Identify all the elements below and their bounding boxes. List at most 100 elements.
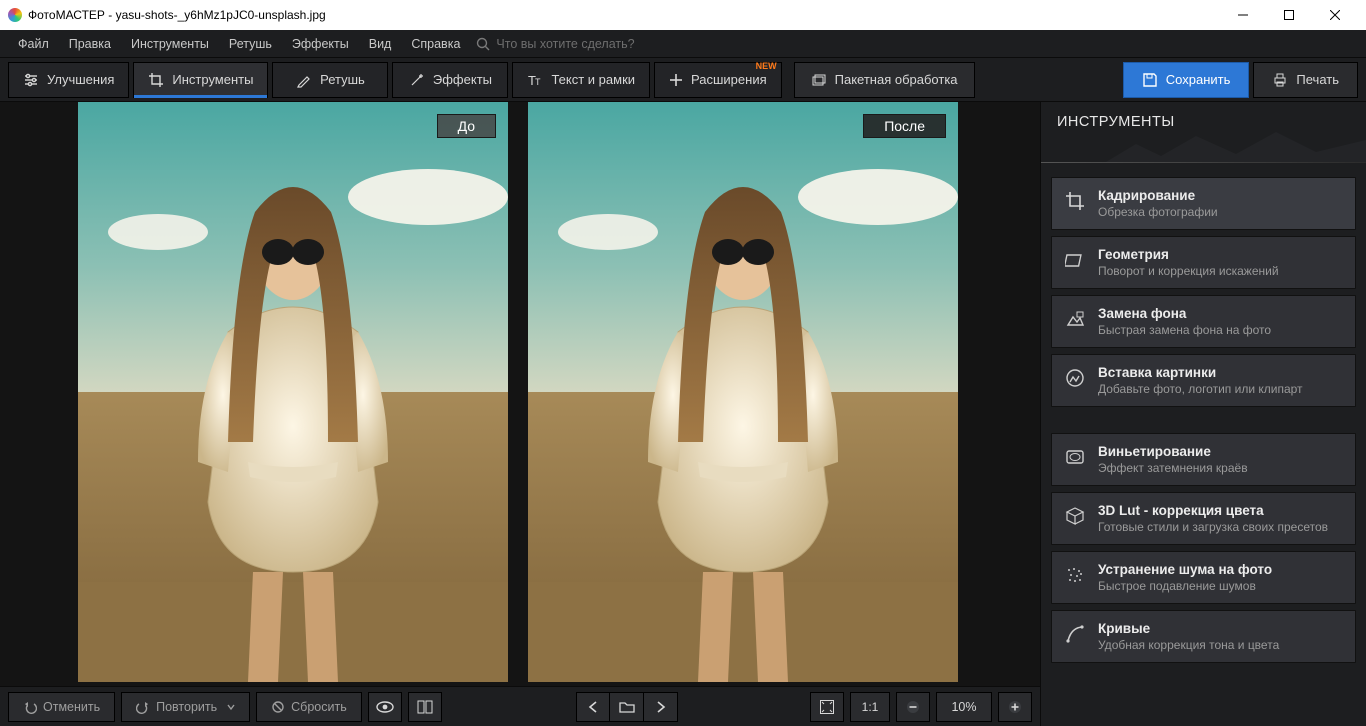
tool-insert-image[interactable]: Вставка картинки Добавьте фото, логотип и… bbox=[1051, 354, 1356, 407]
before-label: До bbox=[437, 114, 496, 138]
tab-text-label: Текст и рамки bbox=[551, 72, 635, 87]
reset-button[interactable]: Сбросить bbox=[256, 692, 362, 722]
tool-desc: Добавьте фото, логотип или клипарт bbox=[1098, 382, 1303, 396]
tool-title: Кадрирование bbox=[1098, 188, 1218, 203]
vignette-icon bbox=[1064, 446, 1086, 468]
menu-retouch[interactable]: Ретушь bbox=[219, 33, 282, 55]
zoom-out-button[interactable] bbox=[896, 692, 930, 722]
right-panel: ИНСТРУМЕНТЫ Кадрирование Обрезка фотограф… bbox=[1040, 102, 1366, 726]
tab-retouch-label: Ретушь bbox=[320, 72, 365, 87]
undo-label: Отменить bbox=[43, 700, 100, 714]
eye-button[interactable] bbox=[368, 692, 402, 722]
brush-icon bbox=[296, 72, 312, 88]
window-maximize-button[interactable] bbox=[1266, 0, 1312, 30]
folder-icon bbox=[619, 700, 635, 714]
tab-extensions-label: Расширения bbox=[691, 72, 767, 87]
menu-file[interactable]: Файл bbox=[8, 33, 59, 55]
tool-desc: Обрезка фотографии bbox=[1098, 205, 1218, 219]
save-icon bbox=[1142, 72, 1158, 88]
window-minimize-button[interactable] bbox=[1220, 0, 1266, 30]
batch-label: Пакетная обработка bbox=[835, 72, 958, 87]
tab-enhance[interactable]: Улучшения bbox=[8, 62, 129, 98]
tool-crop[interactable]: Кадрирование Обрезка фотографии bbox=[1051, 177, 1356, 230]
tool-curves[interactable]: КривыеУдобная коррекция тона и цвета bbox=[1051, 610, 1356, 663]
right-panel-header: ИНСТРУМЕНТЫ bbox=[1041, 102, 1366, 162]
tool-vignette[interactable]: ВиньетированиеЭффект затемнения краёв bbox=[1051, 433, 1356, 486]
new-badge: NEW bbox=[756, 61, 777, 71]
undo-icon bbox=[23, 700, 37, 714]
menu-view[interactable]: Вид bbox=[359, 33, 402, 55]
plus-icon bbox=[1008, 700, 1022, 714]
tool-desc: Поворот и коррекция искажений bbox=[1098, 264, 1279, 278]
mountains-decoration bbox=[1106, 126, 1366, 162]
lut-icon bbox=[1064, 505, 1086, 527]
sliders-icon bbox=[23, 72, 39, 88]
redo-icon bbox=[136, 700, 150, 714]
tab-effects-label: Эффекты bbox=[433, 72, 492, 87]
undo-button[interactable]: Отменить bbox=[8, 692, 115, 722]
tool-title: Геометрия bbox=[1098, 247, 1279, 262]
actual-size-button[interactable]: 1:1 bbox=[850, 692, 890, 722]
tab-tools-label: Инструменты bbox=[172, 72, 253, 87]
after-image: После bbox=[528, 102, 958, 682]
zoom-value[interactable]: 10% bbox=[936, 692, 992, 722]
window-title: ФотоМАСТЕР - yasu-shots-_y6hMz1pJC0-unsp… bbox=[28, 8, 326, 22]
main-area: До bbox=[0, 102, 1366, 726]
tab-effects[interactable]: Эффекты bbox=[392, 62, 508, 98]
tool-denoise[interactable]: Устранение шума на фотоБыстрое подавлени… bbox=[1051, 551, 1356, 604]
bottom-bar: Отменить Повторить Сбросить bbox=[0, 686, 1040, 726]
batch-button[interactable]: Пакетная обработка bbox=[794, 62, 975, 98]
window-close-button[interactable] bbox=[1312, 0, 1358, 30]
geometry-icon bbox=[1064, 249, 1086, 271]
open-folder-button[interactable] bbox=[610, 692, 644, 722]
prev-file-button[interactable] bbox=[576, 692, 610, 722]
before-image: До bbox=[78, 102, 508, 682]
compare-icon bbox=[417, 699, 433, 715]
fit-icon bbox=[819, 699, 835, 715]
menu-edit[interactable]: Правка bbox=[59, 33, 121, 55]
canvas-area: До bbox=[0, 102, 1040, 726]
reset-icon bbox=[271, 700, 285, 714]
tool-3dlut[interactable]: 3D Lut - коррекция цветаГотовые стили и … bbox=[1051, 492, 1356, 545]
chevron-down-icon bbox=[227, 703, 235, 711]
text-icon: TT bbox=[527, 72, 543, 88]
tool-geometry[interactable]: Геометрия Поворот и коррекция искажений bbox=[1051, 236, 1356, 289]
after-label: После bbox=[863, 114, 946, 138]
minus-icon bbox=[906, 700, 920, 714]
tab-extensions[interactable]: NEW Расширения bbox=[654, 62, 782, 98]
stack-icon bbox=[811, 72, 827, 88]
search-placeholder[interactable]: Что вы хотите сделать? bbox=[496, 37, 634, 51]
insert-image-icon bbox=[1064, 367, 1086, 389]
save-button[interactable]: Сохранить bbox=[1123, 62, 1250, 98]
compare-toggle-button[interactable] bbox=[408, 692, 442, 722]
tool-desc: Быстрая замена фона на фото bbox=[1098, 323, 1271, 337]
printer-icon bbox=[1272, 72, 1288, 88]
tool-replace-bg[interactable]: Замена фона Быстрая замена фона на фото bbox=[1051, 295, 1356, 348]
title-bar: ФотоМАСТЕР - yasu-shots-_y6hMz1pJC0-unsp… bbox=[0, 0, 1366, 30]
menu-tools[interactable]: Инструменты bbox=[121, 33, 219, 55]
redo-button[interactable]: Повторить bbox=[121, 692, 250, 722]
tab-text[interactable]: TT Текст и рамки bbox=[512, 62, 650, 98]
tab-tools[interactable]: Инструменты bbox=[133, 62, 268, 98]
tool-title: Замена фона bbox=[1098, 306, 1271, 321]
menu-effects[interactable]: Эффекты bbox=[282, 33, 359, 55]
crop-icon bbox=[1064, 190, 1086, 212]
zoom-in-button[interactable] bbox=[998, 692, 1032, 722]
save-label: Сохранить bbox=[1166, 72, 1231, 87]
app-logo bbox=[8, 8, 22, 22]
plus-icon bbox=[669, 73, 683, 87]
print-label: Печать bbox=[1296, 72, 1339, 87]
menu-help[interactable]: Справка bbox=[401, 33, 470, 55]
print-button[interactable]: Печать bbox=[1253, 62, 1358, 98]
tool-desc: Эффект затемнения краёв bbox=[1098, 461, 1248, 475]
canvas-viewport[interactable]: До bbox=[0, 102, 1040, 686]
next-file-button[interactable] bbox=[644, 692, 678, 722]
fit-screen-button[interactable] bbox=[810, 692, 844, 722]
tab-retouch[interactable]: Ретушь bbox=[272, 62, 388, 98]
tool-title: Вставка картинки bbox=[1098, 365, 1303, 380]
tab-enhance-label: Улучшения bbox=[47, 72, 114, 87]
tool-desc: Удобная коррекция тона и цвета bbox=[1098, 638, 1279, 652]
wand-icon bbox=[409, 72, 425, 88]
denoise-icon bbox=[1064, 564, 1086, 586]
search-icon[interactable] bbox=[476, 37, 490, 51]
